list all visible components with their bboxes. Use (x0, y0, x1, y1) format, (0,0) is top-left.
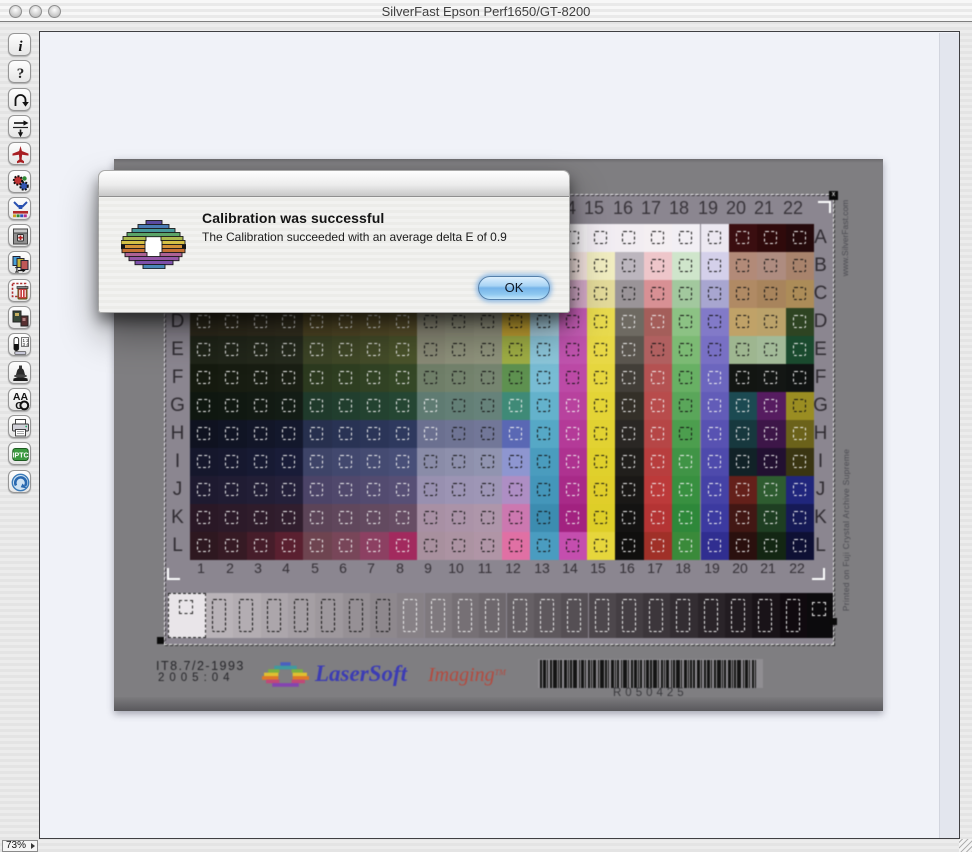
svg-text:?: ? (17, 66, 25, 82)
svg-text:IPTC: IPTC (13, 453, 29, 460)
svg-text:3 4: 3 4 (23, 342, 30, 347)
svg-text:i: i (18, 39, 23, 55)
